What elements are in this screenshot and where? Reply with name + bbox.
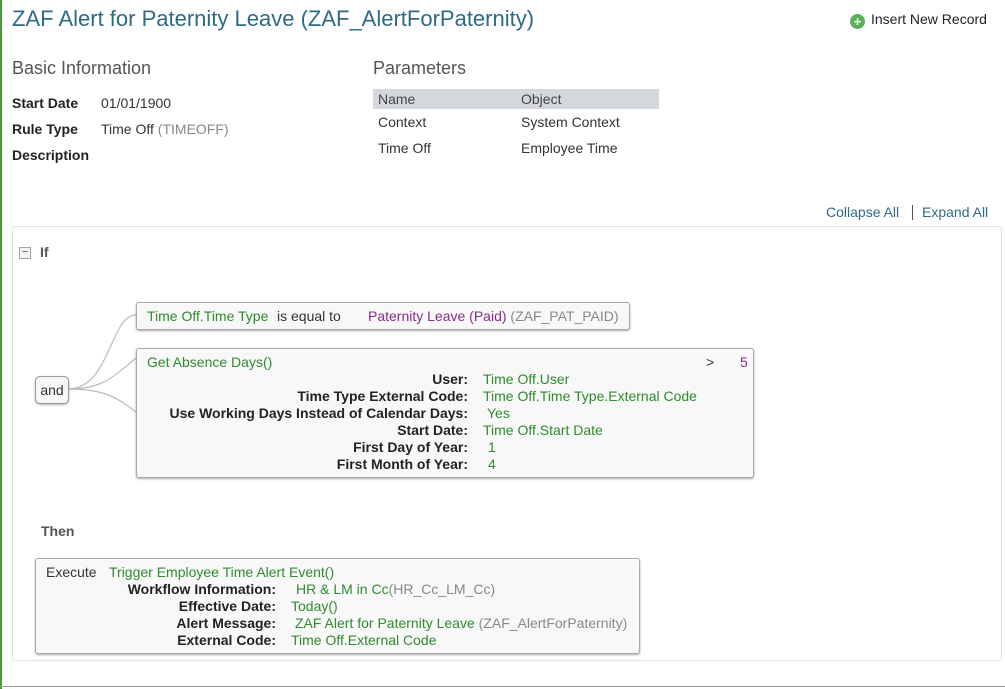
param-value[interactable]: ZAF Alert for Paternity Leave (ZAF_Alert…: [295, 615, 627, 631]
param-value[interactable]: Time Off.User: [483, 371, 569, 387]
rule-type-value: Time Off (TIMEOFF): [101, 121, 229, 137]
rule-type-label: Rule Type: [12, 121, 78, 137]
parameters-table: Name Object Context System Context Time …: [373, 89, 659, 161]
param-value[interactable]: Time Off.Time Type.External Code: [483, 388, 697, 404]
execute-function[interactable]: Trigger Employee Time Alert Event(): [109, 564, 334, 580]
param-value[interactable]: HR & LM in Cc(HR_Cc_LM_Cc): [296, 581, 495, 597]
collapse-if-toggle[interactable]: −: [19, 247, 31, 259]
param-label: Workflow Information:: [127, 581, 276, 597]
column-header-object: Object: [516, 89, 659, 109]
parameter-name: Context: [378, 114, 427, 130]
basic-info-heading: Basic Information: [12, 58, 152, 78]
param-value[interactable]: Today(): [291, 598, 338, 614]
param-label: Start Date:: [397, 422, 468, 438]
parameters-header-row: Name Object: [373, 89, 659, 109]
condition-box-absence-days[interactable]: Get Absence Days() > 5 User: Time Off.Us…: [136, 348, 754, 478]
condition-value[interactable]: 5: [740, 354, 748, 370]
rule-type-name: Time Off: [101, 121, 154, 137]
page-title: ZAF Alert for Paternity Leave (ZAF_Alert…: [12, 6, 535, 31]
param-value[interactable]: Time Off.External Code: [291, 632, 437, 648]
left-accent-border: [0, 0, 2, 689]
condition-field[interactable]: Time Off.Time Type: [147, 308, 268, 324]
parameter-object: Employee Time: [521, 140, 618, 156]
param-label: Effective Date:: [178, 598, 276, 614]
parameter-name: Time Off: [378, 140, 431, 156]
execute-label: Execute: [46, 564, 97, 580]
parameters-heading: Parameters: [373, 58, 467, 78]
param-label: First Day of Year:: [353, 439, 468, 455]
parameter-object: System Context: [521, 114, 620, 130]
column-header-name: Name: [373, 89, 516, 109]
start-date-value: 01/01/1900: [101, 95, 172, 111]
condition-value-code: (ZAF_PAT_PAID): [510, 308, 619, 324]
insert-new-record-button[interactable]: + Insert New Record: [850, 11, 987, 29]
param-value-name: ZAF Alert for Paternity Leave: [295, 615, 475, 631]
param-value[interactable]: 1: [488, 439, 496, 455]
param-label: User:: [432, 371, 468, 387]
param-value-name: HR & LM in Cc: [296, 581, 389, 597]
param-label: Time Type External Code:: [297, 388, 468, 404]
param-value[interactable]: Time Off.Start Date: [483, 422, 603, 438]
condition-operator: >: [706, 354, 715, 370]
if-label: If: [40, 244, 49, 260]
param-value[interactable]: 4: [488, 456, 496, 472]
condition-operator: is equal to: [277, 308, 341, 324]
param-label: First Month of Year:: [336, 456, 468, 472]
condition-function[interactable]: Get Absence Days(): [147, 354, 272, 370]
page-bottom-divider: [0, 686, 1005, 687]
param-label: Alert Message:: [176, 615, 276, 631]
param-value[interactable]: Yes: [487, 405, 510, 421]
table-row: Context System Context: [373, 109, 659, 135]
plus-circle-icon: +: [850, 14, 865, 29]
expand-all-link[interactable]: Expand All: [922, 204, 988, 220]
param-label: External Code:: [177, 632, 276, 648]
condition-value-name: Paternity Leave (Paid): [368, 308, 507, 324]
and-operator-node[interactable]: and: [35, 376, 69, 404]
insert-new-record-label: Insert New Record: [871, 11, 987, 27]
param-label: Use Working Days Instead of Calendar Day…: [169, 405, 469, 421]
then-label: Then: [41, 523, 75, 539]
param-value-code: (ZAF_AlertForPaternity): [478, 615, 628, 631]
table-row: Time Off Employee Time: [373, 135, 659, 161]
condition-value[interactable]: Paternity Leave (Paid) (ZAF_PAT_PAID): [368, 308, 619, 324]
param-value-code: (HR_Cc_LM_Cc): [388, 581, 496, 597]
description-label: Description: [12, 147, 90, 163]
toolbar-separator: [912, 205, 913, 220]
and-connector-lines: [67, 314, 137, 413]
start-date-label: Start Date: [12, 95, 79, 111]
execute-box[interactable]: Execute Trigger Employee Time Alert Even…: [35, 558, 640, 654]
collapse-all-link[interactable]: Collapse All: [826, 204, 899, 220]
rule-type-code: (TIMEOFF): [157, 121, 229, 137]
condition-box-time-type[interactable]: Time Off.Time Type is equal to Paternity…: [136, 302, 630, 330]
